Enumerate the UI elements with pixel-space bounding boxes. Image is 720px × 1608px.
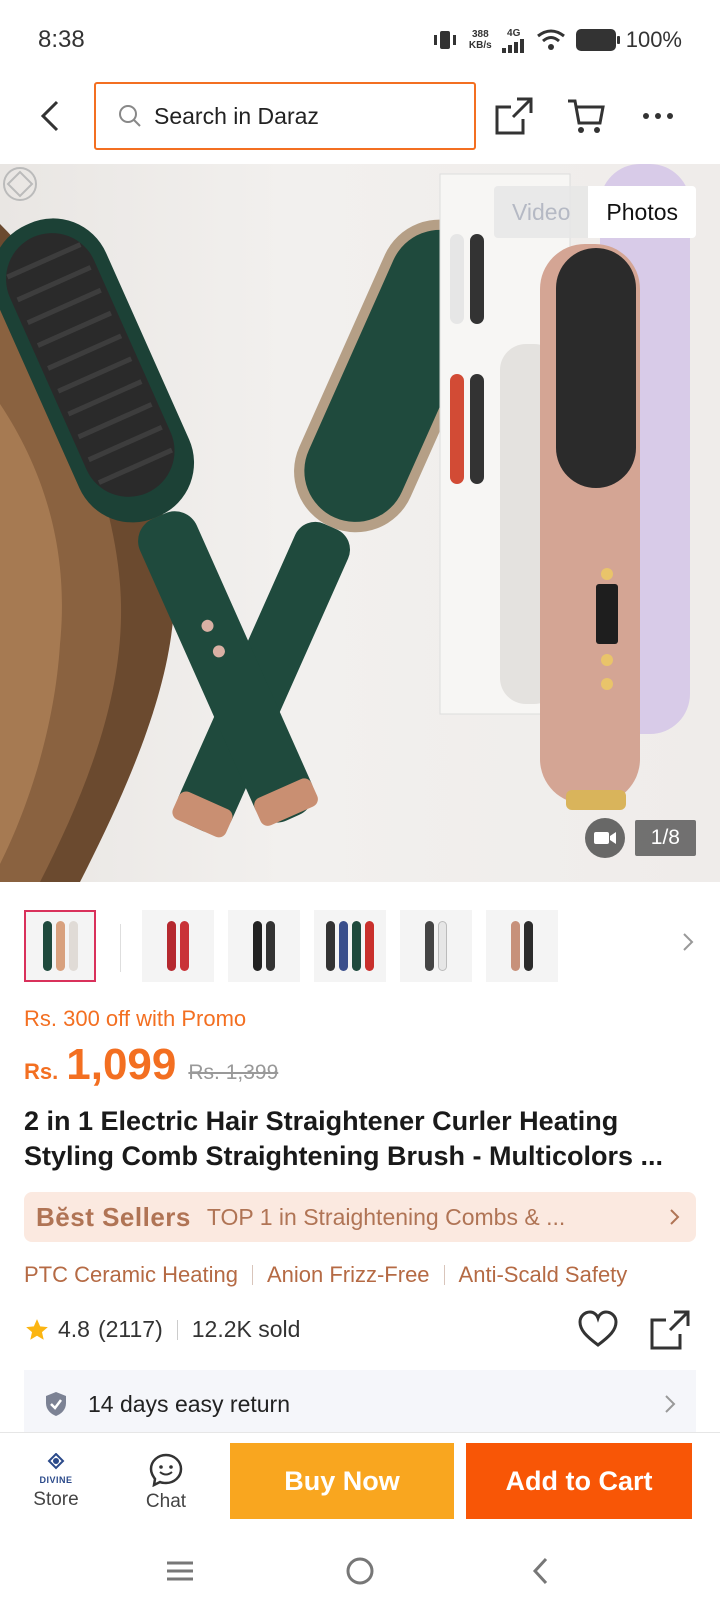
status-indicators: 388 KB/s 4G 100% [431,27,682,53]
chat-button[interactable]: Chat [126,1453,206,1513]
home-circle-icon [346,1557,374,1585]
store-brand: DIVINE [39,1475,73,1485]
sold-count: 12.2K sold [191,1316,301,1342]
more-button[interactable] [636,94,680,138]
thumbnail-1[interactable] [24,910,96,982]
rating-row[interactable]: 4.8 (2117) 12.2K sold [24,1316,300,1343]
tab-video[interactable]: Video [493,186,589,238]
best-sellers-logo: Bĕst Sellers [36,1201,191,1232]
chevron-right-icon [670,1209,680,1225]
price-row: Rs. 1,099 Rs. 1,399 [24,1040,278,1090]
thumbnail-strip [0,898,720,982]
best-sellers-text: TOP 1 in Straightening Combs & ... [206,1203,566,1230]
store-button[interactable]: DIVINE Store [16,1453,96,1511]
cart-icon [568,99,605,133]
menu-icon [167,1561,193,1581]
status-bar: 8:38 388 KB/s 4G 100% [0,0,720,80]
share-button[interactable] [492,94,536,138]
search-placeholder: Search in Daraz [154,102,319,129]
feature-tag: Anti-Scald Safety [458,1262,628,1287]
heart-icon [578,1310,618,1347]
media-toggle: Video Photos [493,186,696,238]
feature-tag: Anion Frizz-Free [266,1262,430,1287]
system-back-button[interactable] [520,1551,560,1591]
share-icon [495,97,533,135]
add-to-cart-button[interactable]: Add to Cart [466,1443,692,1519]
chevron-right-icon [683,933,694,951]
thumbnail-3[interactable] [228,910,300,982]
wishlist-button[interactable] [578,1310,618,1353]
brand-watermark [3,167,37,201]
gallery-counter-group: 1/8 [584,818,696,858]
wifi-icon [536,29,565,50]
battery-percent: 100% [625,27,682,52]
home-button[interactable] [340,1551,380,1591]
image-counter: 1/8 [634,820,696,856]
top-header: Search in Daraz [0,80,720,164]
product-photo [0,164,690,882]
chevron-right-icon [665,1395,676,1413]
video-play-button[interactable] [584,818,625,858]
rating-count: (2117) [97,1316,163,1342]
thumbnail-4[interactable] [314,910,386,982]
feature-divider [251,1265,253,1285]
store-label: Store [33,1489,79,1510]
shield-check-icon [46,1392,66,1416]
more-icon [643,113,673,119]
current-price: 1,099 [66,1040,177,1089]
tab-photos[interactable]: Photos [588,186,696,238]
status-time: 8:38 [38,26,85,53]
promo-text: Rs. 300 off with Promo [24,1006,247,1031]
signal-icon [501,38,524,53]
recent-apps-button[interactable] [160,1551,200,1591]
feature-tags: PTC Ceramic Heating Anion Frizz-Free Ant… [24,1262,627,1288]
thumbnail-2[interactable] [142,910,214,982]
chat-label: Chat [145,1491,187,1512]
product-title: 2 in 1 Electric Hair Straightener Curler… [24,1106,664,1171]
network-speed: 388 KB/s [468,29,492,51]
back-button[interactable] [30,96,70,136]
share-icon [650,1310,690,1350]
search-input[interactable]: Search in Daraz [94,82,476,150]
bottom-action-bar: DIVINE Store Chat Buy Now Add to Cart [0,1432,720,1534]
back-arrow-icon [532,1557,548,1585]
star-icon [26,1318,48,1340]
system-nav-bar [0,1534,720,1608]
feature-tag: PTC Ceramic Heating [24,1262,238,1287]
price-currency: Rs. [24,1059,59,1084]
back-arrow-icon [40,100,59,132]
rating-score: 4.8 [58,1316,90,1342]
search-icon [119,105,141,127]
return-text: 14 days easy return [88,1390,291,1417]
thumbnail-next-button[interactable] [682,932,694,957]
thumbnail-divider [120,924,121,972]
feature-divider [443,1265,445,1285]
share-product-button[interactable] [650,1310,690,1355]
store-logo-icon [47,1453,65,1470]
cart-button[interactable] [564,94,608,138]
thumbnail-5[interactable] [400,910,472,982]
best-sellers-banner[interactable]: Bĕst Sellers TOP 1 in Straightening Comb… [24,1192,696,1242]
product-image-gallery[interactable]: Video Photos 1/8 [0,164,720,882]
video-camera-icon [593,832,616,844]
signal-indicator: 4G [501,28,526,53]
return-policy-row[interactable]: 14 days easy return [24,1370,696,1438]
rating-divider [176,1319,178,1340]
buy-now-button[interactable]: Buy Now [230,1443,454,1519]
battery-icon [575,29,620,51]
chat-icon [149,1453,183,1487]
vibrate-icon [433,31,456,49]
thumbnail-6[interactable] [486,910,558,982]
original-price: Rs. 1,399 [188,1061,279,1084]
